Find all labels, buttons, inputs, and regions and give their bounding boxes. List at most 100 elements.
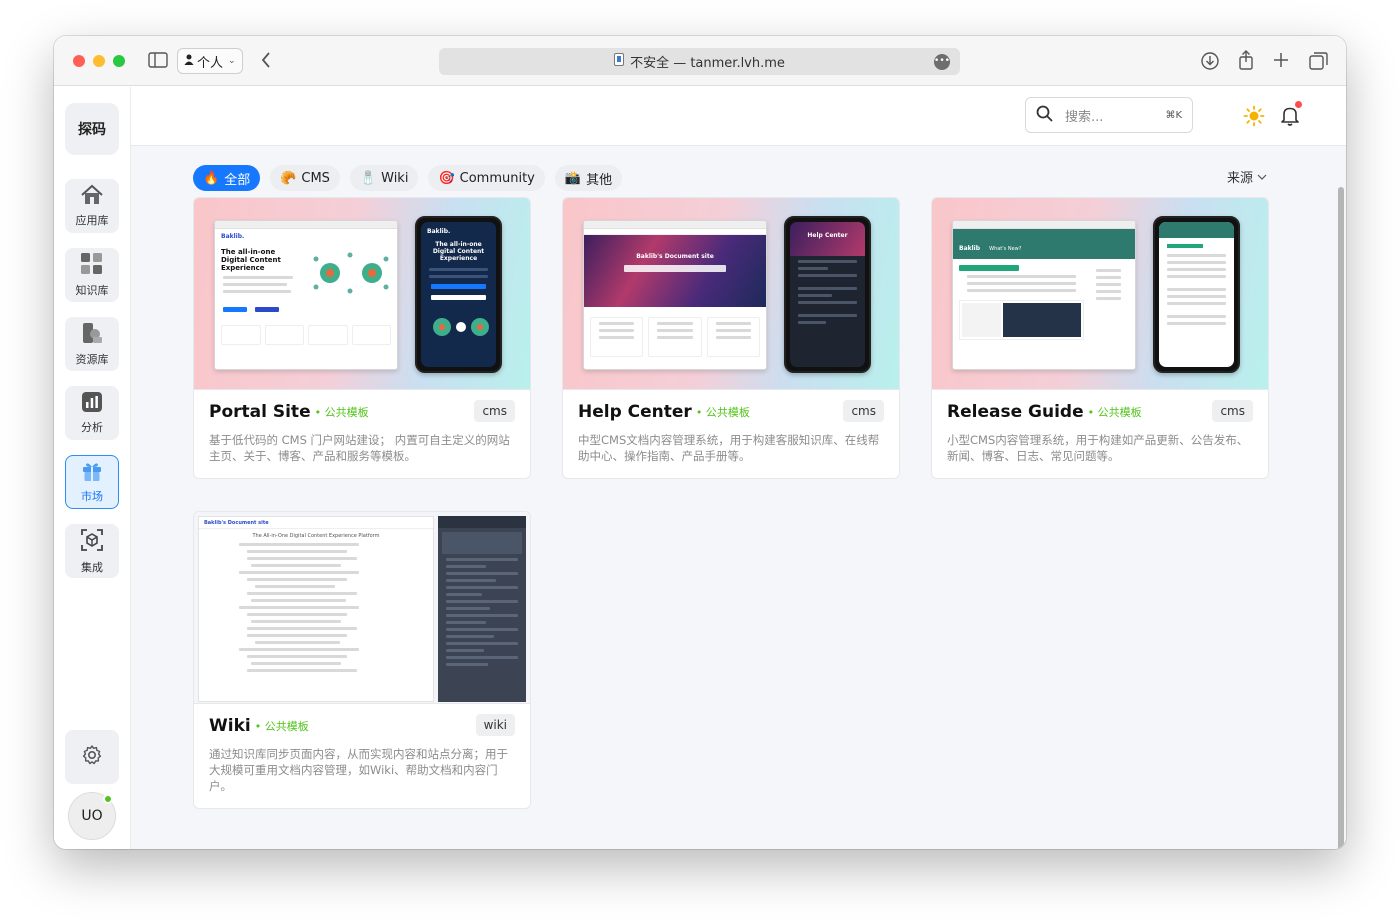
filter-label: 全部 — [224, 172, 251, 188]
filter-cms[interactable]: 🥐 CMS — [270, 165, 340, 191]
sidebar-item-resource-library[interactable]: 资源库 — [65, 317, 119, 371]
dark-mockup — [438, 516, 526, 702]
search-box[interactable]: 搜索... ⌘K — [1025, 97, 1193, 133]
template-description: 小型CMS内容管理系统，用于构建如产品更新、公告发布、新闻、博客、日志、常见问题… — [947, 433, 1249, 463]
filter-label: Community — [459, 170, 535, 186]
sidebar-item-knowledge-base[interactable]: 知识库 — [65, 248, 119, 302]
filter-label: CMS — [301, 170, 330, 186]
card-body: Wiki • 公共模板 wiki 通过知识库同步页面内容，从而实现内容和站点分离… — [194, 704, 530, 808]
preview-subheadline: The All-in-One Digital Content Experienc… — [252, 533, 380, 539]
sidebar-item-integrations[interactable]: 集成 — [65, 524, 119, 578]
phone-mockup: Help Center — [784, 216, 871, 373]
preview-illustration — [310, 249, 390, 297]
filter-community[interactable]: 🎯 Community — [428, 165, 545, 191]
online-status-dot — [103, 794, 113, 804]
source-dropdown[interactable]: 来源 — [1227, 167, 1267, 186]
settings-button[interactable] — [65, 730, 119, 784]
camera-icon: 📸 — [564, 170, 582, 186]
address-text: 不安全 — tanmer.lvh.me — [630, 56, 785, 71]
template-card[interactable]: Baklib What's New? Release Guide • 公共模板 … — [931, 197, 1269, 479]
page-icon — [614, 53, 625, 70]
preview-headline: The all-in-one Digital Content Experienc… — [221, 248, 281, 272]
template-badge: • 公共模板 — [695, 406, 750, 419]
theme-toggle-sun-icon[interactable] — [1243, 105, 1265, 131]
preview-phone-headline: Help Center — [790, 222, 865, 256]
template-preview: Baklib What's New? — [932, 198, 1268, 390]
close-window-button[interactable] — [73, 55, 85, 67]
filter-other[interactable]: 📸 其他 — [554, 165, 623, 191]
search-icon — [1036, 105, 1053, 126]
minimize-window-button[interactable] — [93, 55, 105, 67]
template-badge: • 公共模板 — [314, 406, 369, 419]
template-description: 中型CMS文档内容管理系统，用于构建客服知识库、在线帮助中心、操作指南、产品手册… — [578, 433, 880, 463]
profile-label: 个人 — [197, 55, 224, 71]
card-body: Release Guide • 公共模板 cms 小型CMS内容管理系统，用于构… — [932, 390, 1268, 478]
croissant-icon: 🥐 — [280, 170, 297, 186]
notification-dot — [1295, 101, 1302, 108]
chevron-down-icon: ⌄ — [228, 56, 236, 66]
template-preview: Baklib's Document site The All-in-One Di… — [194, 512, 530, 704]
filter-label: Wiki — [381, 170, 409, 186]
user-avatar[interactable]: UO — [68, 792, 116, 840]
template-tag: wiki — [475, 714, 515, 736]
desktop-mockup: Baklib's Document site The All-in-One Di… — [198, 516, 434, 702]
sidebar-item-market[interactable]: 市场 — [65, 455, 119, 509]
avatar-initials: UO — [81, 808, 103, 824]
new-tab-icon[interactable] — [1273, 52, 1289, 72]
main-content: 搜索... ⌘K 🔥 全部 🥐 CMS 🧂 Wiki 🎯 Community 📸… — [131, 87, 1346, 849]
template-description: 基于低代码的 CMS 门户网站建设； 内置可自主定义的网站主页、关于、博客、产品… — [209, 433, 510, 463]
gear-icon — [81, 744, 103, 770]
template-title: Wiki — [209, 716, 251, 736]
template-card[interactable]: Baklib's Document site The All-in-One Di… — [193, 511, 531, 809]
preview-stats — [221, 325, 391, 345]
home-icon — [80, 184, 104, 210]
template-preview: Baklib's Document site Help Center — [563, 198, 899, 390]
search-input[interactable]: 搜索... — [1065, 106, 1153, 125]
template-tag: cms — [1212, 400, 1253, 422]
app-sidebar: 探码 应用库 知识库 资源库 分析 市场 集成 UO — [54, 87, 131, 849]
person-icon — [184, 54, 194, 69]
sidebar-item-label: 分析 — [81, 421, 103, 434]
app-logo[interactable]: 探码 — [65, 103, 119, 155]
desktop-mockup: Baklib What's New? — [952, 220, 1136, 370]
sidebar-toggle-icon[interactable] — [148, 52, 168, 72]
phone-mockup — [1153, 216, 1240, 373]
vertical-scrollbar[interactable] — [1338, 187, 1344, 849]
preview-headline: Baklib's Document site — [636, 253, 714, 260]
template-title: Release Guide — [947, 402, 1084, 422]
search-shortcut: ⌘K — [1165, 109, 1182, 121]
sidebar-item-analytics[interactable]: 分析 — [65, 386, 119, 440]
template-card[interactable]: Baklib's Document site Help Center Help … — [562, 197, 900, 479]
template-badge: • 公共模板 — [254, 720, 309, 733]
preview-headline: What's New? — [989, 246, 1022, 252]
browser-toolbar: 个人 ⌄ 不安全 — tanmer.lvh.me ••• — [54, 36, 1346, 86]
browser-window: 个人 ⌄ 不安全 — tanmer.lvh.me ••• 探码 应用库 知识库 … — [54, 36, 1346, 849]
preview-phone-headline: The all-in-one Digital Content Experienc… — [432, 241, 485, 262]
phone-mockup: Baklib. The all-in-one Digital Content E… — [415, 216, 502, 373]
preview-headline: Baklib's Document site — [199, 517, 433, 529]
sidebar-item-label: 应用库 — [75, 214, 109, 227]
filter-all[interactable]: 🔥 全部 — [193, 165, 261, 191]
profile-switcher[interactable]: 个人 ⌄ — [177, 48, 243, 74]
preview-brand: Baklib — [959, 245, 981, 252]
source-label: 来源 — [1227, 171, 1254, 186]
sidebar-item-label: 市场 — [81, 490, 103, 503]
template-card[interactable]: Baklib. The all-in-one Digital Content E… — [193, 197, 531, 479]
chart-icon — [81, 391, 103, 417]
top-header: 搜索... ⌘K — [131, 87, 1346, 146]
sidebar-item-app-library[interactable]: 应用库 — [65, 179, 119, 233]
back-icon[interactable] — [260, 51, 272, 73]
share-icon[interactable] — [1237, 49, 1255, 75]
card-body: Help Center • 公共模板 cms 中型CMS文档内容管理系统，用于构… — [563, 390, 899, 478]
notification-bell-icon[interactable] — [1280, 101, 1302, 131]
maximize-window-button[interactable] — [113, 55, 125, 67]
more-icon[interactable]: ••• — [934, 54, 950, 70]
grid-icon — [80, 252, 104, 280]
address-bar[interactable]: 不安全 — tanmer.lvh.me ••• — [439, 48, 960, 75]
tab-overview-icon[interactable] — [1309, 52, 1328, 74]
card-body: Portal Site • 公共模板 cms 基于低代码的 CMS 门户网站建设… — [194, 390, 530, 478]
filter-wiki[interactable]: 🧂 Wiki — [349, 165, 419, 191]
preview-brand: Baklib. — [427, 228, 451, 235]
template-title: Help Center — [578, 402, 692, 422]
download-icon[interactable] — [1200, 51, 1220, 75]
